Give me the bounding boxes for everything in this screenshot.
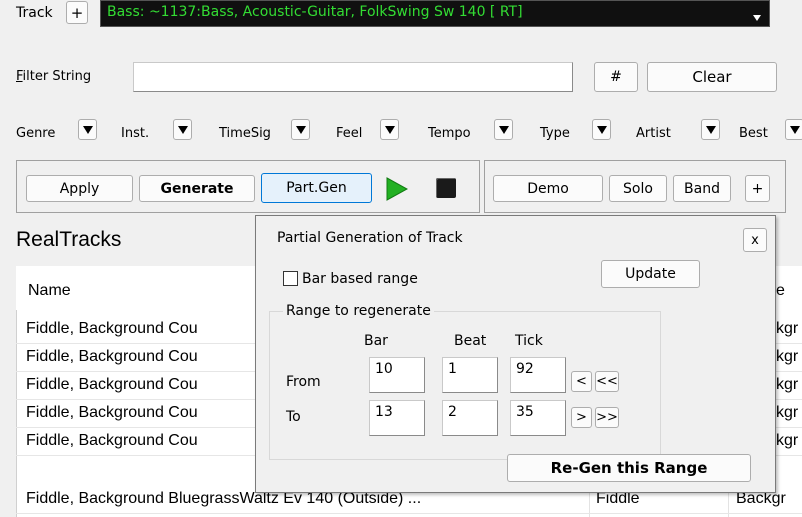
row-name: Fiddle, Background Cou	[26, 320, 198, 337]
stop-icon[interactable]	[436, 178, 456, 198]
from-beat-input[interactable]: 1	[442, 357, 498, 393]
chevron-down-icon	[295, 125, 306, 134]
row-type: kgr	[776, 376, 799, 393]
to-bar-input[interactable]: 13	[369, 400, 425, 436]
track-combo-value: Bass: ~1137:Bass, Acoustic-Guitar, FolkS…	[107, 4, 523, 20]
feel-label: Feel	[336, 126, 363, 141]
next-button[interactable]: >	[571, 407, 592, 428]
artist-dropdown[interactable]	[701, 119, 720, 140]
best-dropdown[interactable]	[785, 119, 802, 140]
to-tick-input[interactable]: 35	[510, 400, 566, 436]
bar-based-checkbox[interactable]	[283, 271, 298, 286]
bar-based-label: Bar based range	[302, 271, 418, 287]
play-icon[interactable]	[386, 177, 408, 201]
chevron-down-icon	[82, 125, 93, 134]
regen-range-button[interactable]: Re-Gen this Range	[507, 454, 751, 482]
generate-button[interactable]: Generate	[139, 175, 255, 202]
row-name: Fiddle, Background Cou	[26, 432, 198, 449]
chevron-down-icon	[753, 15, 761, 21]
filter-label: Filter String	[16, 69, 92, 84]
row-name: Fiddle, Background Cou	[26, 348, 198, 365]
tempo-dropdown[interactable]	[494, 119, 513, 140]
row-type: kgr	[776, 432, 799, 449]
from-bar-input[interactable]: 10	[369, 357, 425, 393]
range-group-label: Range to regenerate	[283, 303, 434, 319]
section-title: RealTracks	[16, 228, 122, 251]
dialog-title: Partial Generation of Track	[277, 230, 463, 246]
row-name: Fiddle, Background Cou	[26, 376, 198, 393]
track-combo[interactable]: Bass: ~1137:Bass, Acoustic-Guitar, FolkS…	[100, 0, 770, 27]
row-type: kgr	[776, 320, 799, 337]
chevron-down-icon	[705, 125, 716, 134]
timesig-label: TimeSig	[219, 126, 271, 141]
demo-button[interactable]: Demo	[493, 175, 603, 202]
filter-input[interactable]	[133, 62, 573, 92]
band-add-button[interactable]: +	[745, 175, 770, 202]
column-name[interactable]: Name	[28, 282, 71, 300]
chevron-down-icon	[177, 125, 188, 134]
row-type: kgr	[776, 404, 799, 421]
from-label: From	[286, 374, 321, 390]
inst-label: Inst.	[121, 126, 150, 141]
genre-dropdown[interactable]	[78, 119, 97, 140]
chevron-down-icon	[498, 125, 509, 134]
chevron-down-icon	[384, 125, 395, 134]
first-button[interactable]: <<	[595, 371, 619, 392]
partgen-button[interactable]: Part.Gen	[261, 173, 372, 203]
row-name: Fiddle, Background Cou	[26, 404, 198, 421]
clear-button[interactable]: Clear	[647, 62, 777, 92]
best-label: Best	[739, 126, 768, 141]
filter-label-rest: ilter String	[22, 69, 92, 84]
row-type: kgr	[776, 348, 799, 365]
feel-dropdown[interactable]	[380, 119, 399, 140]
solo-button[interactable]: Solo	[609, 175, 667, 202]
partial-generation-dialog: Partial Generation of Track x Bar based …	[255, 215, 776, 493]
hash-button[interactable]: #	[594, 62, 638, 92]
apply-button[interactable]: Apply	[26, 175, 133, 202]
column-type[interactable]: e	[776, 282, 785, 300]
tick-header: Tick	[515, 333, 543, 349]
close-button[interactable]: x	[743, 228, 767, 252]
inst-dropdown[interactable]	[173, 119, 192, 140]
beat-header: Beat	[454, 333, 487, 349]
timesig-dropdown[interactable]	[291, 119, 310, 140]
genre-label: Genre	[16, 126, 56, 141]
type-dropdown[interactable]	[592, 119, 611, 140]
artist-label: Artist	[636, 126, 671, 141]
last-button[interactable]: >>	[595, 407, 619, 428]
update-button[interactable]: Update	[601, 260, 700, 288]
band-button[interactable]: Band	[673, 175, 731, 202]
to-beat-input[interactable]: 2	[442, 400, 498, 436]
add-track-button[interactable]: +	[66, 1, 88, 24]
from-tick-input[interactable]: 92	[510, 357, 566, 393]
chevron-down-icon	[596, 125, 607, 134]
bar-header: Bar	[364, 333, 388, 349]
chevron-down-icon	[789, 125, 800, 134]
to-label: To	[286, 409, 301, 425]
type-label: Type	[540, 126, 570, 141]
tempo-label: Tempo	[428, 126, 471, 141]
prev-button[interactable]: <	[571, 371, 592, 392]
track-label: Track	[16, 5, 53, 21]
